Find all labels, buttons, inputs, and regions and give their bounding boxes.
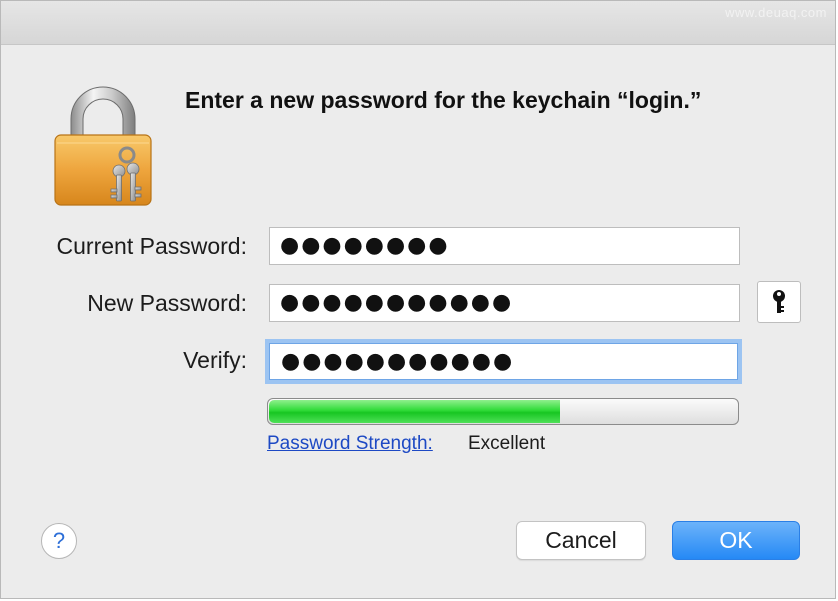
help-icon: ?	[52, 528, 66, 553]
cancel-button[interactable]: Cancel	[516, 521, 646, 560]
change-password-dialog: www.deuaq.com Enter a new password for t…	[0, 0, 836, 599]
key-icon	[773, 290, 785, 313]
verify-label: Verify:	[183, 347, 247, 373]
help-button[interactable]: ?	[41, 523, 77, 559]
current-password-field[interactable]: ●●●●●●●●	[269, 227, 740, 265]
dialog-heading: Enter a new password for the keychain “l…	[185, 87, 702, 113]
current-password-label: Current Password:	[56, 233, 247, 259]
new-password-label: New Password:	[87, 290, 247, 316]
keychain-lock-icon	[54, 86, 152, 206]
password-strength-link[interactable]: Password Strength:	[267, 433, 433, 455]
new-password-field[interactable]: ●●●●●●●●●●●	[269, 284, 740, 322]
password-strength-fill	[269, 400, 561, 423]
title-bar: www.deuaq.com	[1, 1, 835, 45]
password-strength-value: Excellent	[468, 433, 546, 454]
password-assistant-button[interactable]	[757, 281, 801, 323]
ok-button[interactable]: OK	[672, 521, 800, 560]
verify-field[interactable]: ●●●●●●●●●●●	[265, 339, 742, 384]
watermark: www.deuaq.com	[725, 5, 827, 20]
password-strength-meter	[267, 398, 739, 425]
